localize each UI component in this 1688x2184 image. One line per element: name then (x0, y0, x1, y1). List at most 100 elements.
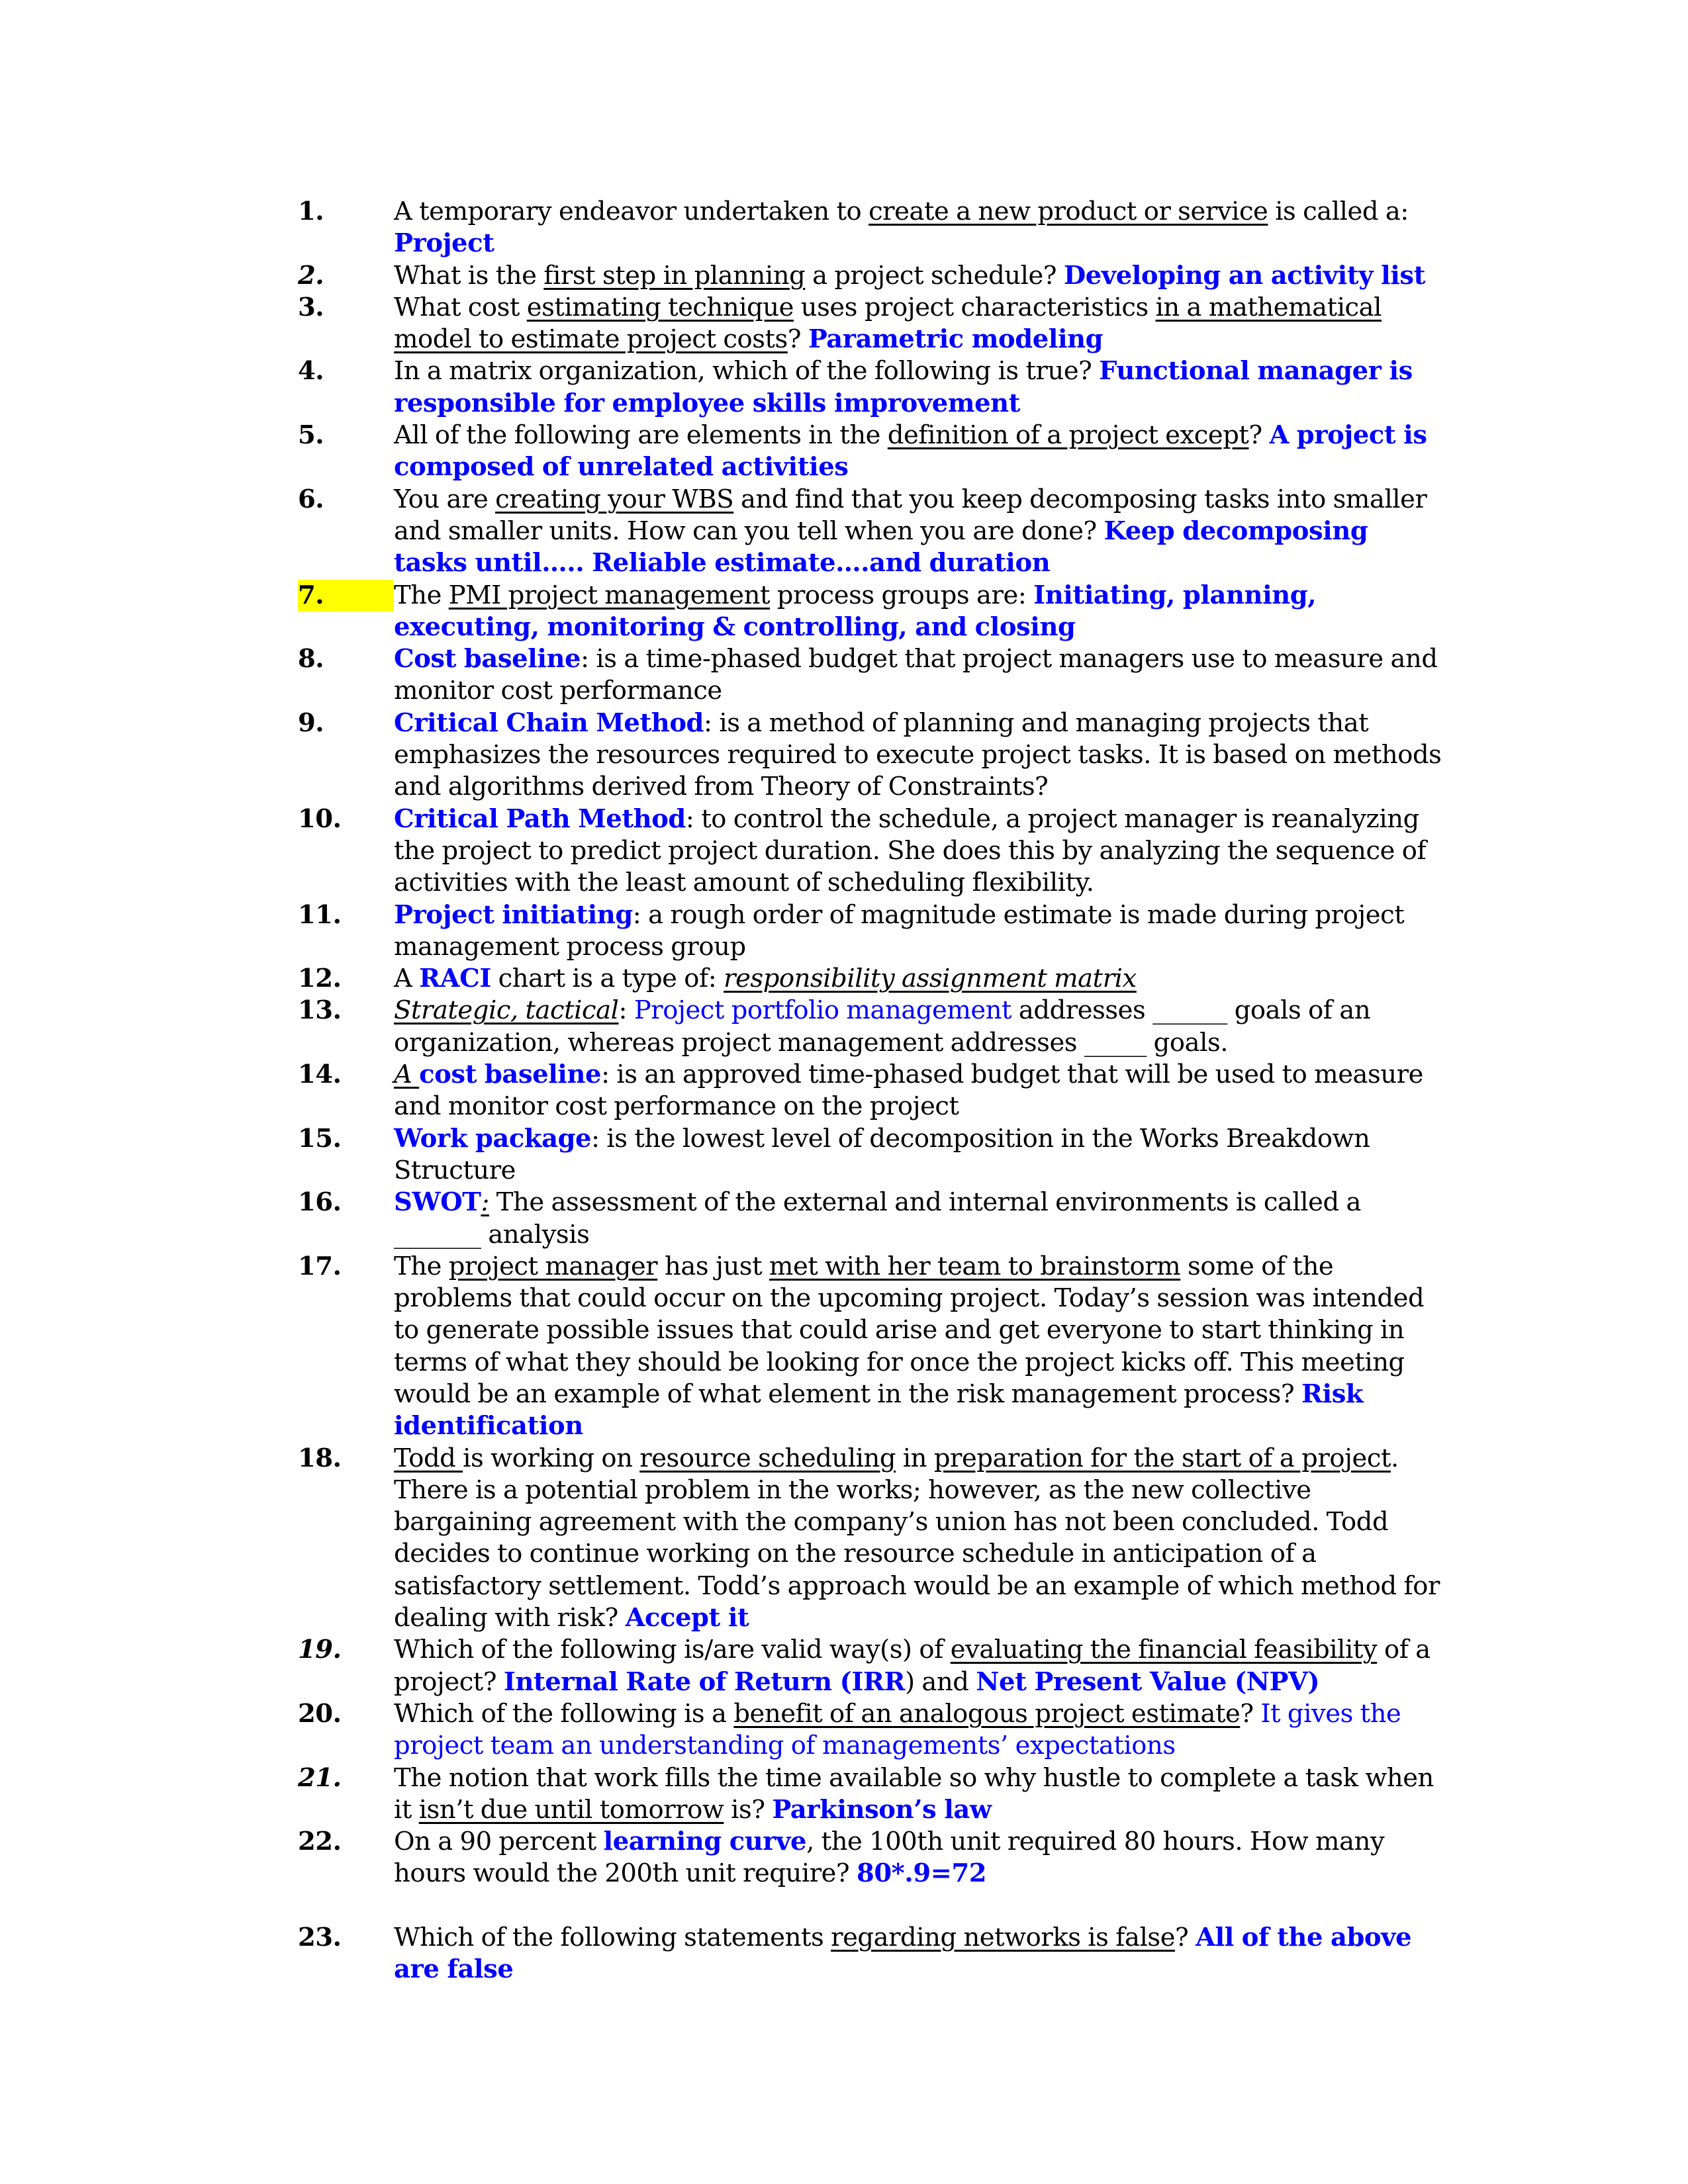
highlighted-question-number: 7. (298, 579, 394, 612)
answer-text: Parametric modeling (808, 324, 1103, 355)
question-item: 22. On a 90 percent learning curve, the 1… (298, 1826, 1443, 1890)
question-item: 21. The notion that work fills the time a… (298, 1762, 1443, 1827)
emphasized-text: preparation for the start of a project (933, 1443, 1391, 1473)
question-number-label: 19. (298, 1635, 342, 1665)
question-number: 16. (298, 1187, 394, 1218)
question-item: 10. Critical Path Method: to control the … (298, 803, 1443, 899)
answer-text: Developing an activity list (1063, 260, 1426, 291)
question-text-run: is working on (463, 1443, 640, 1473)
question-text: In a matrix organization, which of the f… (394, 355, 1443, 420)
question-number-label: 1. (298, 197, 324, 226)
emphasized-text: create a new product or service (868, 197, 1268, 226)
answer-text: Critical Chain Method (394, 707, 704, 738)
question-number-label: 5. (298, 420, 324, 451)
question-number: 6. (298, 484, 394, 516)
question-item: 5. All of the following are elements in t… (298, 420, 1443, 484)
question-number: 17. (298, 1251, 394, 1283)
question-number-label: 18. (298, 1443, 342, 1473)
emphasized-text: estimating technique (526, 292, 794, 322)
question-number: 22. (298, 1826, 394, 1858)
question-number-label: 14. (298, 1060, 342, 1090)
emphasized-text: : (481, 1187, 489, 1218)
question-text-run: ? (787, 324, 808, 355)
question-text-run: a project schedule? (805, 260, 1064, 291)
answer-text: Internal Rate of Return (IRR (503, 1666, 906, 1697)
question-number: 15. (298, 1123, 394, 1155)
emphasized-text: isn’t due until tomorrow (418, 1794, 724, 1825)
question-item: 16. SWOT: The assessment of the external … (298, 1187, 1443, 1251)
question-number: 21. (298, 1762, 394, 1794)
question-text-run: process groups are: (770, 580, 1034, 610)
question-number-label: 8. (298, 644, 324, 674)
question-text-run: In a matrix organization, which of the f… (394, 356, 1100, 387)
question-text: A temporary endeavor undertaken to creat… (394, 196, 1443, 260)
question-number-label: 22. (298, 1827, 342, 1857)
question-text: Critical Path Method: to control the sch… (394, 803, 1443, 899)
question-text-run: The assessment of the external and inter… (394, 1187, 1361, 1250)
question-text: Todd is working on resource scheduling i… (394, 1443, 1443, 1635)
question-text-run: is called a: (1268, 197, 1409, 226)
answer-text: Net Present Value (NPV) (976, 1666, 1320, 1697)
question-number-label: 10. (298, 803, 342, 834)
emphasized-text: Strategic, tactical (394, 995, 619, 1026)
question-text: On a 90 percent learning curve, the 100t… (394, 1826, 1443, 1890)
emphasized-text: A (394, 1060, 420, 1090)
question-item: 9. Critical Chain Method: is a method of … (298, 707, 1443, 803)
question-number-label: 11. (298, 899, 342, 930)
answer-text: learning curve (603, 1827, 807, 1857)
question-text-run: : (618, 995, 634, 1026)
question-item: 1. A temporary endeavor undertaken to cre… (298, 196, 1443, 260)
emphasized-text: met with her team to brainstorm (769, 1251, 1181, 1281)
question-text-run: A (394, 964, 420, 994)
question-number: 5. (298, 420, 394, 451)
question-number-label: 15. (298, 1123, 342, 1154)
question-text-run: ? (1240, 1698, 1261, 1729)
answer-text: Work package (394, 1123, 592, 1154)
question-number-label: 16. (298, 1187, 342, 1218)
answer-text: SWOT (394, 1187, 481, 1218)
question-item: 13. Strategic, tactical: Project portfoli… (298, 995, 1443, 1059)
question-number: 13. (298, 995, 394, 1026)
question-text-run: is? (724, 1794, 773, 1825)
question-text: The PMI project management process group… (394, 580, 1443, 644)
emphasized-text: Todd (394, 1443, 463, 1473)
question-text: You are creating your WBS and find that … (394, 484, 1443, 580)
question-number-label: 21. (298, 1762, 342, 1793)
question-text-run: ? (1175, 1922, 1196, 1952)
answer-text: Project portfolio management (633, 995, 1012, 1026)
question-text-run: uses project characteristics (793, 292, 1156, 322)
emphasized-text: regarding networks is false (831, 1922, 1176, 1952)
question-item: 23. Which of the following statements reg… (298, 1922, 1443, 1986)
question-item: 17. The project manager has just met with… (298, 1251, 1443, 1443)
question-text: Cost baseline: is a time-phased budget t… (394, 643, 1443, 707)
question-item: 8. Cost baseline: is a time-phased budget… (298, 643, 1443, 707)
question-number: 2. (298, 260, 394, 292)
question-text-run: What cost (394, 292, 527, 322)
question-item: 2. What is the first step in planning a p… (298, 260, 1443, 292)
question-number: 18. (298, 1443, 394, 1475)
question-number-label: 20. (298, 1698, 342, 1729)
question-text-run: The (394, 580, 449, 610)
answer-text: Project (394, 228, 494, 259)
question-item: 6. You are creating your WBS and find tha… (298, 484, 1443, 580)
emphasized-text: PMI project management (448, 580, 771, 610)
question-text: What is the first step in planning a pro… (394, 260, 1443, 292)
answer-text: Accept it (625, 1603, 749, 1633)
question-item: 14. A cost baseline: is an approved time-… (298, 1059, 1443, 1123)
emphasized-text: resource scheduling (639, 1443, 896, 1473)
emphasized-text: evaluating the financial feasibility (950, 1635, 1378, 1665)
emphasized-text: creating your WBS (495, 484, 734, 514)
question-number-label: 9. (298, 707, 324, 738)
answer-text: Project initiating (394, 899, 633, 930)
question-number-label: 6. (298, 484, 324, 514)
question-item: 12. A RACI chart is a type of: responsibi… (298, 963, 1443, 995)
question-text-run: in (896, 1443, 934, 1473)
question-text-run: ? (1248, 420, 1270, 451)
question-number: 20. (298, 1698, 394, 1730)
question-text-run: On a 90 percent (394, 1827, 604, 1857)
question-text: A RACI chart is a type of: responsibilit… (394, 963, 1443, 995)
question-text: SWOT: The assessment of the external and… (394, 1187, 1443, 1251)
question-text-run: What is the (394, 260, 544, 291)
question-text: What cost estimating technique uses proj… (394, 292, 1443, 356)
question-item: 15. Work package: is the lowest level of … (298, 1123, 1443, 1187)
